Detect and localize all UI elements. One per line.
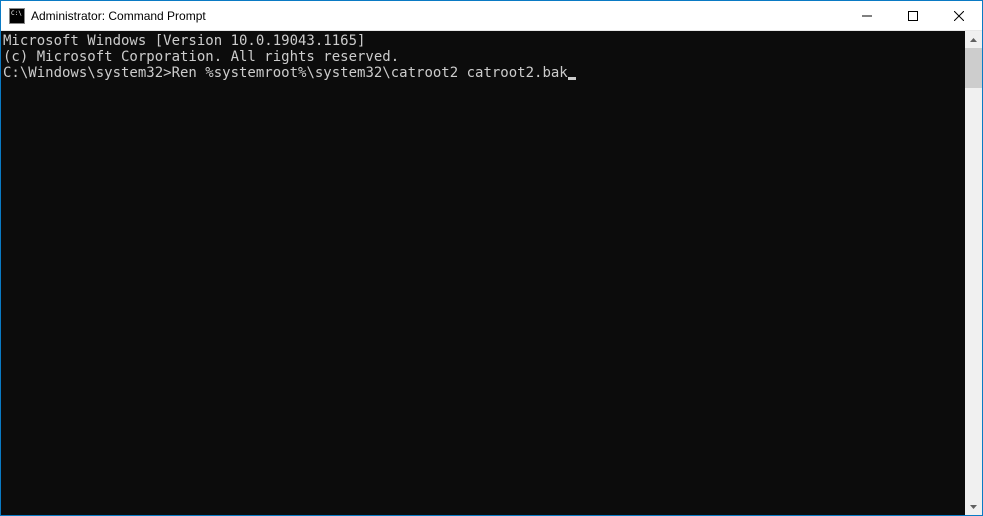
chevron-down-icon bbox=[970, 505, 977, 509]
command-prompt-window: Administrator: Command Prompt Microsoft … bbox=[0, 0, 983, 516]
window-controls bbox=[844, 1, 982, 30]
scroll-thumb[interactable] bbox=[965, 48, 982, 88]
window-title: Administrator: Command Prompt bbox=[31, 9, 206, 23]
console-prompt-line: C:\Windows\system32>Ren %systemroot%\sys… bbox=[3, 65, 965, 81]
maximize-button[interactable] bbox=[890, 1, 936, 30]
console-wrapper: Microsoft Windows [Version 10.0.19043.11… bbox=[1, 31, 982, 515]
scroll-up-button[interactable] bbox=[965, 31, 982, 48]
minimize-button[interactable] bbox=[844, 1, 890, 30]
minimize-icon bbox=[862, 11, 872, 21]
console-prompt: C:\Windows\system32> bbox=[3, 65, 172, 81]
scroll-down-button[interactable] bbox=[965, 498, 982, 515]
console-command: Ren %systemroot%\system32\catroot2 catro… bbox=[172, 65, 568, 81]
scroll-track[interactable] bbox=[965, 48, 982, 498]
console-line: (c) Microsoft Corporation. All rights re… bbox=[3, 49, 965, 65]
cmd-icon bbox=[9, 8, 25, 24]
vertical-scrollbar[interactable] bbox=[965, 31, 982, 515]
console-line: Microsoft Windows [Version 10.0.19043.11… bbox=[3, 33, 965, 49]
chevron-up-icon bbox=[970, 38, 977, 42]
titlebar[interactable]: Administrator: Command Prompt bbox=[1, 1, 982, 31]
console-area[interactable]: Microsoft Windows [Version 10.0.19043.11… bbox=[1, 31, 965, 515]
maximize-icon bbox=[908, 11, 918, 21]
close-icon bbox=[954, 11, 964, 21]
close-button[interactable] bbox=[936, 1, 982, 30]
text-cursor bbox=[568, 77, 576, 80]
